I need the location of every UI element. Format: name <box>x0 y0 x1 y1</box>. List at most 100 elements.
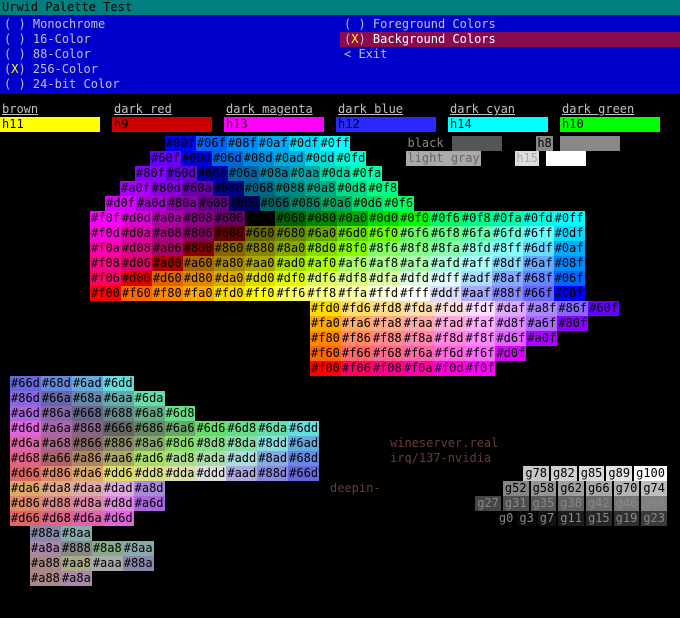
color-cell: #6ff <box>523 226 554 241</box>
color-cell: #6fd <box>492 226 523 241</box>
view-option[interactable]: ( ) Foreground Colors <box>340 17 680 32</box>
color-cell: #f80 <box>310 331 341 346</box>
color-cell: #06f <box>196 136 227 151</box>
color-cell: #f06 <box>90 271 121 286</box>
gray-cell: g89 <box>606 466 632 481</box>
exit-option[interactable]: < Exit <box>340 47 680 62</box>
color-cell: #8a0 <box>275 241 306 256</box>
color-cell: #00d <box>181 151 212 166</box>
color-cell: #68a <box>72 391 103 406</box>
color-cell: #8f6 <box>368 241 399 256</box>
color-cell: #86f <box>557 301 588 316</box>
mode-option[interactable]: ( ) 16-Color <box>0 32 340 47</box>
color-cell: #da6 <box>10 481 41 496</box>
swatch: dark redh9 <box>112 102 212 132</box>
gray-cell: g19 <box>614 511 640 526</box>
color-cell: #a0f <box>526 331 557 346</box>
color-cell: #0f0 <box>399 211 430 226</box>
color-cell: #6a6 <box>165 421 196 436</box>
color-cell: #aff <box>461 256 492 271</box>
color-cell: #086 <box>290 196 321 211</box>
gray-cell: g82 <box>551 466 577 481</box>
gray-cell: g70 <box>614 481 640 496</box>
color-cell: #f8a <box>403 331 434 346</box>
swatch-row: brownh11dark redh9dark magentah13dark bl… <box>0 94 680 132</box>
color-cell: #f0d <box>90 226 121 241</box>
color-cell: #0df <box>289 136 320 151</box>
color-cell: #60d <box>166 166 197 181</box>
color-cell: #0fa <box>492 211 523 226</box>
color-cell: #ad0 <box>275 256 306 271</box>
color-cell: #a6f <box>526 316 557 331</box>
color-cell: #80f <box>135 166 166 181</box>
color-cell: #a80 <box>214 256 245 271</box>
color-cell: #dd0 <box>245 271 276 286</box>
color-cell: #6f8 <box>430 226 461 241</box>
color-cell: #666 <box>103 421 134 436</box>
color-cell: #0df <box>554 226 585 241</box>
color-cell: #86d <box>10 391 41 406</box>
color-cell: #ddd <box>195 466 226 481</box>
mode-option[interactable]: (X) 256-Color <box>0 62 340 77</box>
color-cell: #006 <box>229 196 260 211</box>
color-cell: #0da <box>320 166 351 181</box>
gray-cell: g38 <box>558 496 584 511</box>
color-cell: #d88 <box>41 496 72 511</box>
color-cell: #a8f <box>526 301 557 316</box>
color-cell: #ff0 <box>245 286 276 301</box>
color-cell: #dda <box>165 466 196 481</box>
color-cell: #d6d <box>103 511 134 526</box>
color-cell: #dd6 <box>103 466 134 481</box>
color-cell: #d0f <box>495 346 526 361</box>
gray-cell: g85 <box>579 466 605 481</box>
gray-cell: g42 <box>586 496 612 511</box>
color-cell: #f8f <box>465 331 496 346</box>
color-cell: #888 <box>61 541 92 556</box>
color-cell: #d6a <box>72 511 103 526</box>
color-cell: #dfd <box>399 271 430 286</box>
color-cell: #8f8 <box>399 241 430 256</box>
color-cell: #668 <box>72 406 103 421</box>
color-cell: #f66 <box>341 346 372 361</box>
color-cell: #0a6 <box>321 196 352 211</box>
color-cell: #880 <box>245 241 276 256</box>
color-cell: #df6 <box>306 271 337 286</box>
color-cell: #886 <box>103 436 134 451</box>
color-cell: #fa0 <box>310 316 341 331</box>
color-cell: #afa <box>399 256 430 271</box>
mode-option[interactable]: ( ) Monochrome <box>0 17 340 32</box>
color-cell: #f0a <box>403 361 434 376</box>
color-cell: #d8f <box>495 316 526 331</box>
color-cell: #daf <box>495 301 526 316</box>
color-cell: #fd0 <box>214 286 245 301</box>
color-cell: #ff8 <box>306 286 337 301</box>
mode-option[interactable]: ( ) 24-bit Color <box>0 77 340 92</box>
color-cell: #daa <box>72 481 103 496</box>
color-cell: #a6a <box>41 421 72 436</box>
color-cell: #da6 <box>72 466 103 481</box>
color-cell: #a0a <box>152 211 183 226</box>
color-cell: #da0 <box>214 271 245 286</box>
color-cell: #fd8 <box>372 301 403 316</box>
color-cell: #0ff <box>320 136 351 151</box>
gray-cell: g0 <box>497 511 515 526</box>
color-cell: #fd0 <box>310 301 341 316</box>
color-cell: #660 <box>245 226 276 241</box>
color-cell: #f06 <box>341 361 372 376</box>
color-cell: #d86 <box>41 466 72 481</box>
color-cell: #a60 <box>183 256 214 271</box>
color-cell: #606 <box>214 211 245 226</box>
color-cell: #fdf <box>465 301 496 316</box>
color-cell: #a86 <box>72 451 103 466</box>
color-cell: #088 <box>275 181 306 196</box>
swatch: dark blueh12 <box>336 102 436 132</box>
mode-option[interactable]: ( ) 88-Color <box>0 47 340 62</box>
color-cell: #ff6 <box>275 286 306 301</box>
color-cell: #d8d <box>103 496 134 511</box>
color-cell: #f0d <box>434 361 465 376</box>
color-cell: #6d0 <box>337 226 368 241</box>
gray-cell: g23 <box>641 511 667 526</box>
color-cell: #0f6 <box>383 196 414 211</box>
view-option[interactable]: (X) Background Colors <box>340 32 680 47</box>
color-cell: #d00 <box>121 271 152 286</box>
